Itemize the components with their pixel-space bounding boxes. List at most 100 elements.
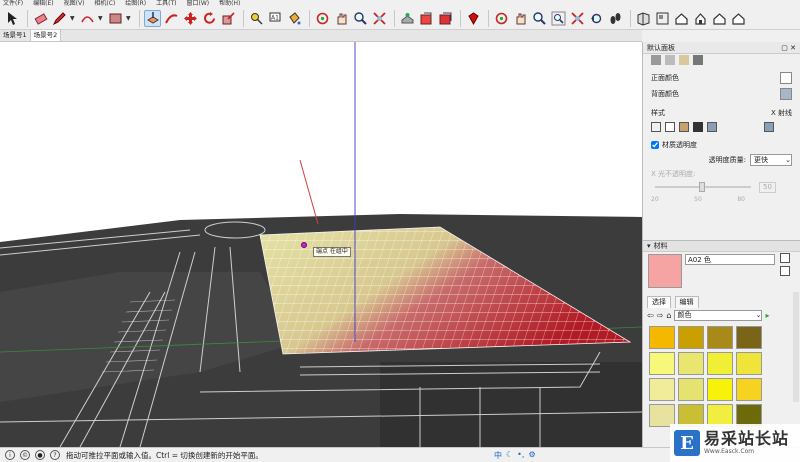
shaded-icon[interactable]: [679, 122, 689, 132]
shaded-texture-icon[interactable]: [693, 122, 703, 132]
rotate-tool-icon[interactable]: [201, 10, 218, 27]
paint-bucket-tool-icon[interactable]: [286, 10, 303, 27]
opacity-slider-thumb[interactable]: [699, 182, 705, 192]
select-tool-icon[interactable]: [4, 10, 21, 27]
credits-icon[interactable]: ©: [20, 450, 30, 460]
settings-gear-icon[interactable]: ⚙: [528, 450, 535, 461]
watermark-style-icon[interactable]: [693, 55, 703, 65]
transparency-quality-select[interactable]: 更快 ⌄: [750, 154, 792, 166]
material-swatch[interactable]: [649, 326, 675, 349]
materials-header[interactable]: ▾ 材料: [643, 240, 800, 252]
front-color-swatch[interactable]: [780, 72, 792, 84]
3d-warehouse-icon[interactable]: [399, 10, 416, 27]
iso-view-icon[interactable]: [635, 10, 652, 27]
menu-tools[interactable]: 工具(T): [156, 0, 176, 7]
rectangle-tool-icon[interactable]: [107, 10, 124, 27]
material-swatch[interactable]: [649, 378, 675, 401]
background-style-icon[interactable]: [679, 55, 689, 65]
menu-camera[interactable]: 相机(C): [94, 0, 115, 7]
right-view-icon[interactable]: [692, 10, 709, 27]
scale-tool-icon[interactable]: [220, 10, 237, 27]
face-style-icon[interactable]: [651, 55, 661, 65]
material-swatch[interactable]: [678, 352, 704, 375]
tape-measure-tool-icon[interactable]: [248, 10, 265, 27]
instructor-icon[interactable]: ?: [50, 450, 60, 460]
top-view-icon[interactable]: [654, 10, 671, 27]
menu-edit[interactable]: 编辑(E): [33, 0, 53, 7]
details-arrow-icon[interactable]: ▸: [765, 311, 769, 320]
material-transparency-checkbox[interactable]: [651, 141, 659, 149]
back-arrow-icon[interactable]: ⇦: [647, 311, 654, 320]
xray-toggle-icon[interactable]: [764, 122, 774, 132]
menu-file[interactable]: 文件(F): [3, 0, 23, 7]
material-swatch[interactable]: [707, 378, 733, 401]
library-select[interactable]: 颜色 ⌄: [674, 310, 763, 321]
create-material-icon[interactable]: [780, 253, 790, 263]
zoom-extents-tool-icon[interactable]: [371, 10, 388, 27]
orbit-tool-icon[interactable]: [314, 10, 331, 27]
material-swatch[interactable]: [736, 352, 762, 375]
watermark-text: 易采站长站 Www.Easck.Com: [704, 430, 789, 456]
material-swatch[interactable]: [678, 378, 704, 401]
geo-location-icon[interactable]: i: [5, 450, 15, 460]
user-icon[interactable]: ●: [35, 450, 45, 460]
ime-mode[interactable]: 中: [494, 450, 502, 461]
model-canvas[interactable]: [0, 42, 642, 447]
menu-window[interactable]: 窗口(W): [187, 0, 210, 7]
rectangle-dropdown-icon[interactable]: ▼: [126, 15, 132, 22]
style-row: 样式 X 射线: [643, 106, 800, 120]
follow-me-tool-icon[interactable]: [163, 10, 180, 27]
material-swatch[interactable]: [736, 326, 762, 349]
share-model-icon[interactable]: [418, 10, 435, 27]
panel-scrollbar[interactable]: [793, 292, 799, 402]
text-tool-icon[interactable]: A1: [267, 10, 284, 27]
tab-scene-2[interactable]: 场景号2: [30, 30, 62, 41]
menu-help[interactable]: 帮助(H): [219, 0, 240, 7]
edge-style-icon[interactable]: [665, 55, 675, 65]
left-view-icon[interactable]: [730, 10, 747, 27]
zoom-window-icon[interactable]: [550, 10, 567, 27]
eraser-tool-icon[interactable]: [32, 10, 49, 27]
material-name-field[interactable]: A02 色: [685, 254, 775, 265]
opacity-value[interactable]: 50: [759, 181, 776, 193]
material-swatch[interactable]: [707, 352, 733, 375]
pan-tool-2-icon[interactable]: [512, 10, 529, 27]
orbit-tool-2-icon[interactable]: [493, 10, 510, 27]
pencil-tool-icon[interactable]: [51, 10, 68, 27]
front-view-icon[interactable]: [673, 10, 690, 27]
tab-select[interactable]: 选择: [647, 296, 671, 308]
panel-controls[interactable]: ▢ ✕: [781, 44, 796, 52]
arc-tool-icon[interactable]: [79, 10, 96, 27]
ruby-console-icon[interactable]: [465, 10, 482, 27]
model-viewport[interactable]: 端点 在组中: [0, 42, 642, 447]
zoom-tool-icon[interactable]: [352, 10, 369, 27]
home-icon[interactable]: ⌂: [666, 311, 671, 320]
zoom-tool-2-icon[interactable]: [531, 10, 548, 27]
tab-scene-1[interactable]: 场景号1: [0, 30, 31, 41]
push-pull-tool-icon[interactable]: [144, 9, 161, 27]
back-view-icon[interactable]: [711, 10, 728, 27]
monochrome-icon[interactable]: [707, 122, 717, 132]
menu-draw[interactable]: 绘图(R): [125, 0, 146, 7]
tab-edit[interactable]: 编辑: [674, 296, 699, 308]
forward-arrow-icon[interactable]: ⇨: [657, 311, 664, 320]
hidden-line-icon[interactable]: [665, 122, 675, 132]
wireframe-icon[interactable]: [651, 122, 661, 132]
material-swatch[interactable]: [707, 326, 733, 349]
material-swatch[interactable]: [736, 378, 762, 401]
back-color-swatch[interactable]: [780, 88, 792, 100]
move-tool-icon[interactable]: [182, 10, 199, 27]
punctuation-icon[interactable]: •,: [517, 450, 524, 461]
extension-warehouse-icon[interactable]: [437, 10, 454, 27]
moon-icon[interactable]: ☾: [506, 450, 513, 461]
sample-paint-icon[interactable]: [780, 266, 790, 276]
pencil-dropdown-icon[interactable]: ▼: [70, 15, 76, 22]
material-swatch[interactable]: [678, 326, 704, 349]
material-swatch[interactable]: [649, 352, 675, 375]
zoom-extents-2-icon[interactable]: [569, 10, 586, 27]
previous-view-icon[interactable]: [588, 10, 605, 27]
walk-tool-icon[interactable]: [607, 10, 624, 27]
pan-tool-icon[interactable]: [333, 10, 350, 27]
menu-view[interactable]: 视图(V): [64, 0, 85, 7]
arc-dropdown-icon[interactable]: ▼: [98, 15, 104, 22]
